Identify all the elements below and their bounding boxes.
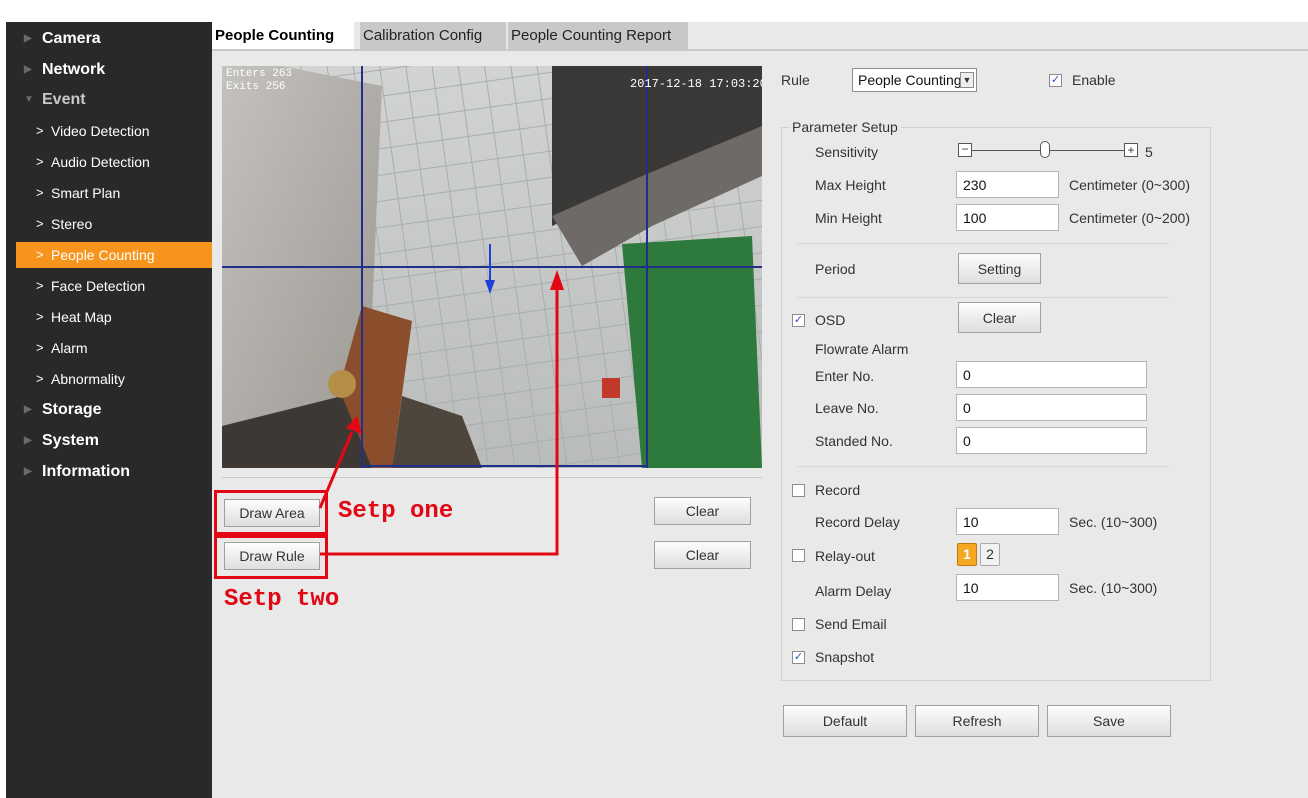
relay-2-button[interactable]: 2 bbox=[980, 543, 1000, 566]
divider bbox=[797, 297, 1169, 298]
arrow-head-step-two bbox=[550, 270, 564, 290]
enable-checkbox[interactable]: ✓ bbox=[1049, 74, 1062, 87]
record-label: Record bbox=[815, 482, 861, 498]
arrow-head-step-one bbox=[346, 416, 362, 434]
refresh-button[interactable]: Refresh bbox=[915, 705, 1039, 737]
send-email-checkbox[interactable] bbox=[792, 618, 805, 631]
alarm-delay-label: Alarm Delay bbox=[815, 583, 892, 599]
snapshot-label: Snapshot bbox=[815, 649, 875, 665]
parameter-setup-legend: Parameter Setup bbox=[789, 119, 901, 135]
page: ▶ Camera ▶ Network ▼ Event > Video Detec… bbox=[0, 0, 1308, 798]
record-delay-label: Record Delay bbox=[815, 514, 900, 530]
rule-select-value: People Counting bbox=[858, 72, 962, 88]
leave-no-label: Leave No. bbox=[815, 400, 879, 416]
alarm-delay-input[interactable] bbox=[956, 574, 1059, 601]
leave-no-input[interactable] bbox=[956, 394, 1147, 421]
relay-out-label: Relay-out bbox=[815, 548, 875, 564]
enable-label: Enable bbox=[1072, 72, 1116, 88]
chevron-down-icon: ▼ bbox=[960, 72, 974, 88]
flowrate-alarm-label: Flowrate Alarm bbox=[815, 341, 909, 357]
min-height-label: Min Height bbox=[815, 210, 882, 226]
divider bbox=[797, 243, 1169, 244]
min-height-unit: Centimeter (0~200) bbox=[1069, 210, 1191, 226]
sensitivity-slider-handle[interactable] bbox=[1040, 141, 1050, 158]
divider bbox=[797, 466, 1169, 467]
minus-icon[interactable]: − bbox=[958, 143, 972, 157]
default-button[interactable]: Default bbox=[783, 705, 907, 737]
alarm-delay-unit: Sec. (10~300) bbox=[1069, 580, 1158, 596]
record-delay-unit: Sec. (10~300) bbox=[1069, 514, 1158, 530]
record-delay-input[interactable] bbox=[956, 508, 1059, 535]
period-label: Period bbox=[815, 261, 856, 277]
min-height-input[interactable] bbox=[956, 204, 1059, 231]
plus-icon[interactable]: + bbox=[1124, 143, 1138, 157]
arrow-line-step-one bbox=[318, 431, 354, 509]
osd-clear-button[interactable]: Clear bbox=[958, 302, 1041, 333]
relay-out-checkbox[interactable] bbox=[792, 549, 805, 562]
osd-checkbox[interactable]: ✓ bbox=[792, 314, 805, 327]
send-email-label: Send Email bbox=[815, 616, 887, 632]
snapshot-checkbox[interactable]: ✓ bbox=[792, 651, 805, 664]
sensitivity-label: Sensitivity bbox=[815, 144, 879, 160]
max-height-label: Max Height bbox=[815, 177, 886, 193]
record-checkbox[interactable] bbox=[792, 484, 805, 497]
sensitivity-value: 5 bbox=[1145, 144, 1153, 160]
rule-label: Rule bbox=[781, 72, 810, 88]
max-height-input[interactable] bbox=[956, 171, 1059, 198]
rule-select[interactable]: People Counting ▼ bbox=[852, 68, 977, 92]
standed-no-input[interactable] bbox=[956, 427, 1147, 454]
enter-no-label: Enter No. bbox=[815, 368, 875, 384]
enter-no-input[interactable] bbox=[956, 361, 1147, 388]
standed-no-label: Standed No. bbox=[815, 433, 893, 449]
osd-label: OSD bbox=[815, 312, 846, 328]
relay-1-button[interactable]: 1 bbox=[957, 543, 977, 566]
period-setting-button[interactable]: Setting bbox=[958, 253, 1041, 284]
save-button[interactable]: Save bbox=[1047, 705, 1171, 737]
max-height-unit: Centimeter (0~300) bbox=[1069, 177, 1191, 193]
